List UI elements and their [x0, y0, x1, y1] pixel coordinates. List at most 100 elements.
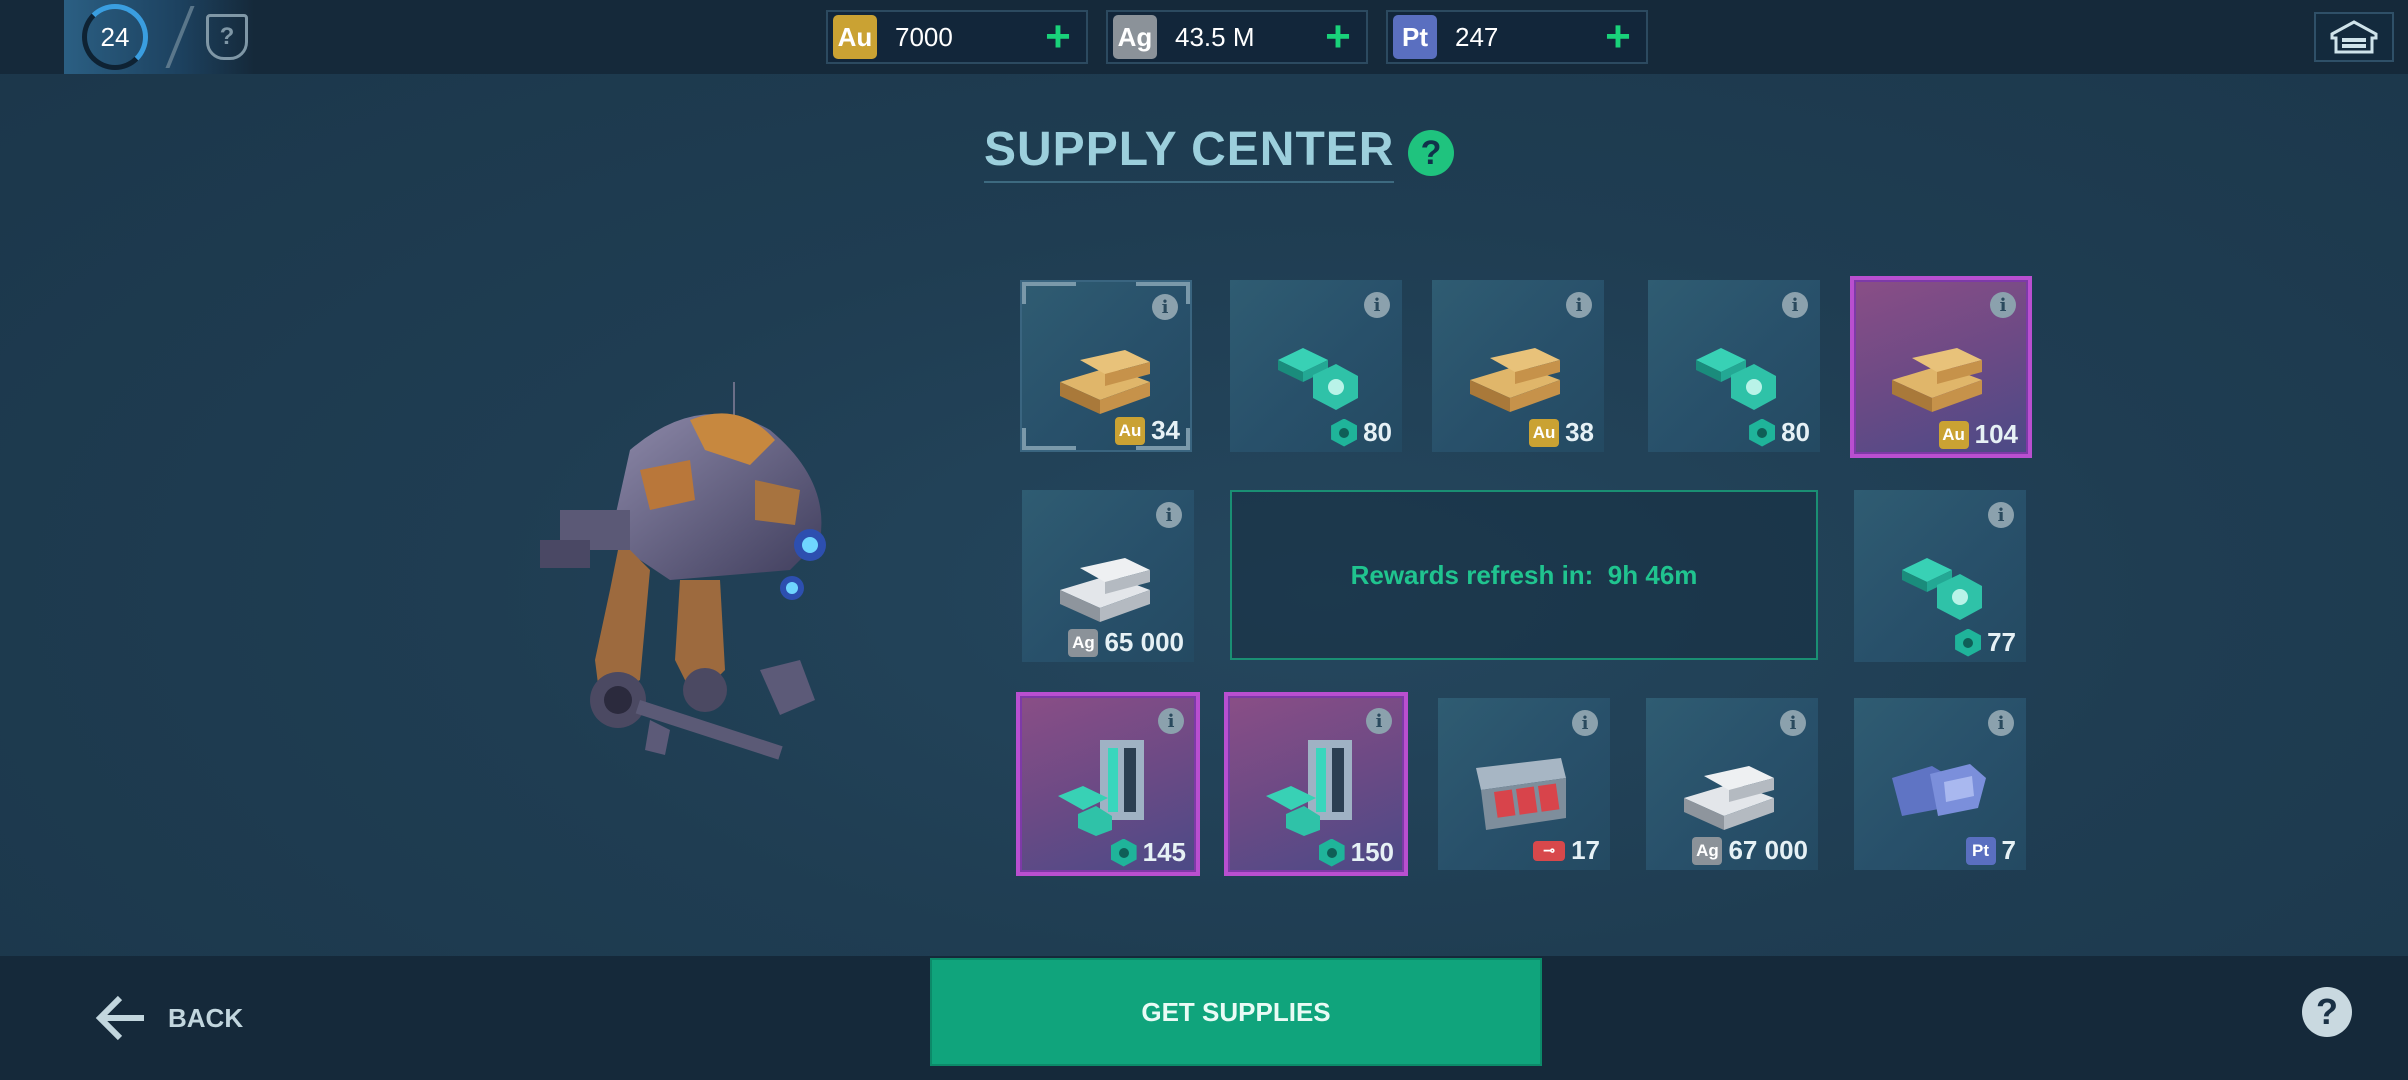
components-case-icon: [1266, 740, 1352, 836]
currency-platinum: Pt 247 +: [1386, 10, 1648, 64]
reward-amount: Ag 67 000: [1692, 835, 1808, 866]
selection-corner: [1022, 428, 1076, 450]
info-icon[interactable]: i: [1990, 292, 2016, 318]
info-icon[interactable]: i: [1988, 502, 2014, 528]
hangar-home-button[interactable]: [2314, 12, 2394, 62]
info-icon[interactable]: i: [1156, 502, 1182, 528]
help-button[interactable]: ?: [1408, 130, 1454, 176]
arrow-left-icon: [95, 995, 144, 1041]
get-supplies-button[interactable]: GET SUPPLIES: [930, 958, 1542, 1066]
gold-bars-icon: [1470, 348, 1560, 412]
reward-amount: Pt 7: [1965, 835, 2016, 866]
reward-slot[interactable]: i Ag 65 000: [1022, 490, 1194, 662]
reward-value: 77: [1987, 627, 2016, 657]
currency-gold: Au 7000 +: [826, 10, 1088, 64]
add-gold-button[interactable]: +: [1036, 15, 1080, 59]
reward-value: 34: [1151, 415, 1180, 445]
reward-amount: Au 104: [1938, 419, 2018, 450]
reward-amount: 80: [1331, 417, 1392, 448]
reward-slot[interactable]: i Pt 7: [1854, 698, 2026, 870]
info-icon[interactable]: i: [1782, 292, 1808, 318]
reward-amount: 80: [1749, 417, 1810, 448]
reward-slot-epic[interactable]: i Au 104: [1850, 276, 2032, 458]
reward-amount: ⊸ 17: [1533, 835, 1600, 866]
robot-illustration: [540, 382, 826, 760]
platinum-amount: 247: [1455, 21, 1499, 52]
reward-value: 67 000: [1728, 835, 1808, 865]
info-icon[interactable]: i: [1988, 710, 2014, 736]
component-hex-icon: [1110, 838, 1137, 867]
currency-silver: Ag 43.5 M +: [1106, 10, 1368, 64]
info-icon[interactable]: i: [1364, 292, 1390, 318]
reward-value: 65 000: [1104, 627, 1184, 657]
reward-slot[interactable]: i ⊸ 17: [1438, 698, 1610, 870]
reward-value: 38: [1565, 417, 1594, 447]
silver-icon: Ag: [1068, 628, 1099, 657]
components-icon: [1902, 558, 1982, 620]
gold-bars-icon: [1892, 348, 1982, 412]
reward-value: 7: [2001, 835, 2016, 865]
refresh-label: Rewards refresh in:: [1350, 559, 1594, 590]
info-icon[interactable]: i: [1158, 708, 1184, 734]
reward-value: 145: [1142, 837, 1186, 867]
component-hex-icon: [1318, 838, 1345, 867]
components-icon: [1278, 348, 1358, 410]
components-icon: [1696, 348, 1776, 410]
silver-bars-icon: [1684, 766, 1774, 830]
reward-amount: Au 34: [1115, 415, 1180, 446]
info-icon[interactable]: i: [1780, 710, 1806, 736]
rewards-refresh-panel: Rewards refresh in: 9h 46m: [1230, 490, 1818, 660]
hangar-icon: [2330, 20, 2378, 54]
gold-bars-icon: [1060, 350, 1150, 414]
player-level: 24: [100, 21, 130, 52]
info-icon[interactable]: i: [1366, 708, 1392, 734]
reward-value: 104: [1974, 419, 2018, 449]
components-case-icon: [1058, 740, 1144, 836]
back-button[interactable]: BACK: [94, 988, 243, 1048]
gold-amount: 7000: [895, 21, 953, 52]
gold-icon: Au: [1938, 420, 1969, 449]
gold-icon: Au: [1529, 418, 1560, 447]
reward-value: 80: [1363, 417, 1392, 447]
page-title: SUPPLY CENTER: [984, 122, 1395, 183]
reward-slot-epic[interactable]: i 145: [1016, 692, 1200, 876]
reward-slot-epic[interactable]: i 150: [1224, 692, 1408, 876]
reward-slot[interactable]: i 77: [1854, 490, 2026, 662]
reward-value: 80: [1781, 417, 1810, 447]
key-icon: ⊸: [1533, 840, 1566, 861]
key-chest-icon: [1476, 758, 1566, 830]
info-icon[interactable]: i: [1152, 294, 1178, 320]
info-icon[interactable]: i: [1566, 292, 1592, 318]
reward-value: 150: [1350, 837, 1394, 867]
silver-icon: Ag: [1113, 15, 1157, 59]
component-hex-icon: [1955, 628, 1982, 657]
reward-amount: Ag 65 000: [1068, 627, 1184, 658]
reward-amount: Au 38: [1529, 417, 1594, 448]
gold-icon: Au: [833, 15, 877, 59]
league-rank-icon[interactable]: ?: [206, 14, 248, 60]
back-label: BACK: [168, 1002, 244, 1033]
silver-bars-icon: [1060, 558, 1150, 622]
reward-amount: 145: [1110, 837, 1186, 868]
add-silver-button[interactable]: +: [1316, 15, 1360, 59]
platinum-icon: Pt: [1393, 15, 1437, 59]
add-platinum-button[interactable]: +: [1596, 15, 1640, 59]
gold-icon: Au: [1115, 416, 1146, 445]
silver-icon: Ag: [1692, 836, 1723, 865]
component-hex-icon: [1331, 418, 1358, 447]
platinum-badge-icon: Pt: [1965, 836, 1996, 865]
silver-amount: 43.5 M: [1175, 21, 1255, 52]
reward-slot[interactable]: i 80: [1230, 280, 1402, 452]
platinum-icon: [1892, 764, 1986, 816]
component-hex-icon: [1749, 418, 1776, 447]
reward-amount: 150: [1318, 837, 1394, 868]
help-button[interactable]: ?: [2302, 987, 2352, 1037]
selection-corner: [1022, 282, 1076, 304]
reward-slot[interactable]: i Au 34: [1020, 280, 1192, 452]
reward-slot[interactable]: i Au 38: [1432, 280, 1604, 452]
reward-slot[interactable]: i Ag 67 000: [1646, 698, 1818, 870]
reward-value: 17: [1571, 835, 1600, 865]
reward-amount: 77: [1955, 627, 2016, 658]
info-icon[interactable]: i: [1572, 710, 1598, 736]
reward-slot[interactable]: i 80: [1648, 280, 1820, 452]
